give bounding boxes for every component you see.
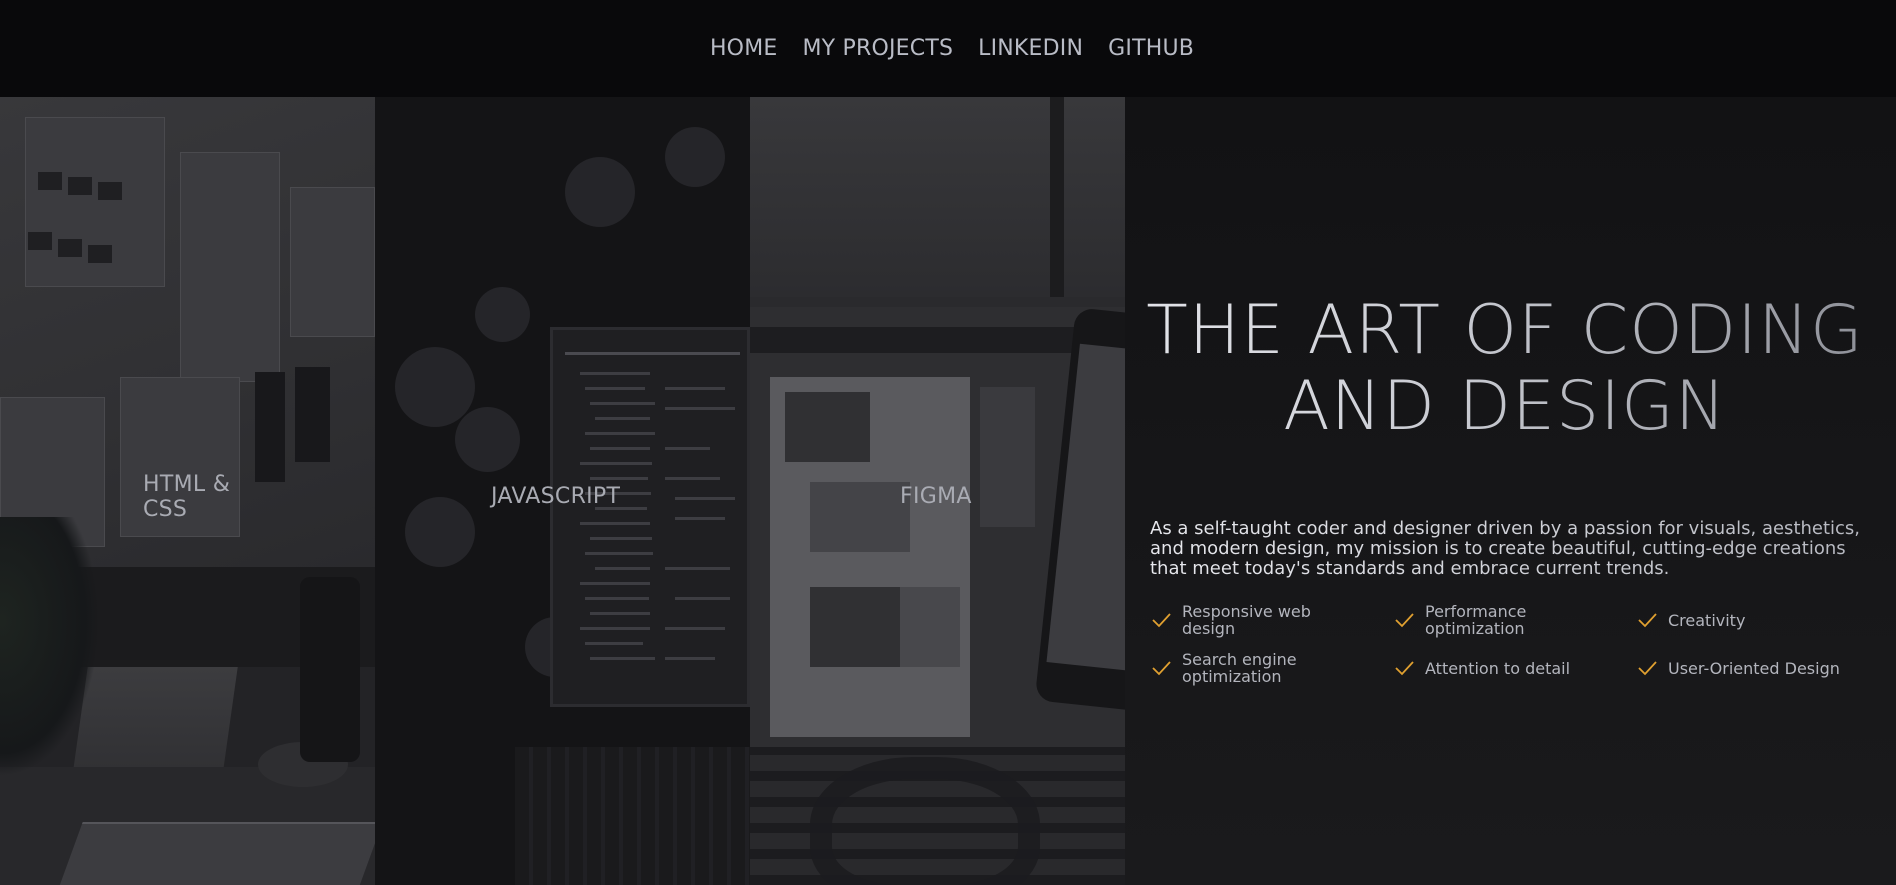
check-icon bbox=[1638, 613, 1657, 628]
check-icon bbox=[1395, 661, 1414, 676]
feature-label: Creativity bbox=[1668, 610, 1746, 630]
feature-list: Responsive web design Performance optimi… bbox=[1150, 603, 1885, 685]
feature-label: Search engine optimization bbox=[1182, 650, 1297, 686]
feature-item: Performance optimization bbox=[1393, 603, 1636, 637]
skill-panels: HTML & CSS JAVASCRIPT FIGMA bbox=[0, 97, 1125, 885]
check-icon bbox=[1152, 661, 1171, 676]
nav-linkedin-link[interactable]: LINKEDIN bbox=[978, 36, 1083, 61]
skill-panel-figma[interactable]: FIGMA bbox=[750, 97, 1125, 885]
feature-label: Attention to detail bbox=[1425, 658, 1571, 678]
hero-description: As a self-taught coder and designer driv… bbox=[1150, 519, 1870, 579]
check-icon bbox=[1152, 613, 1171, 628]
feature-item: Attention to detail bbox=[1393, 651, 1636, 685]
hero-section: THE ART OF CODING AND DESIGN As a self-t… bbox=[1125, 97, 1896, 885]
nav-my-projects-link[interactable]: MY PROJECTS bbox=[802, 36, 953, 61]
feature-item: Responsive web design bbox=[1150, 603, 1393, 637]
check-icon bbox=[1638, 661, 1657, 676]
feature-label: Responsive web design bbox=[1182, 602, 1311, 638]
skill-panel-html-css[interactable]: HTML & CSS bbox=[0, 97, 375, 885]
check-icon bbox=[1395, 613, 1414, 628]
nav-home-link[interactable]: HOME bbox=[710, 36, 778, 61]
top-nav: HOME MY PROJECTS LINKEDIN GITHUB bbox=[0, 0, 1896, 97]
feature-label: Performance optimization bbox=[1425, 602, 1527, 638]
feature-item: Search engine optimization bbox=[1150, 651, 1393, 685]
feature-item: User-Oriented Design bbox=[1636, 651, 1879, 685]
feature-item: Creativity bbox=[1636, 603, 1879, 637]
panel-label-javascript: JAVASCRIPT bbox=[491, 484, 621, 509]
skill-panel-javascript[interactable]: JAVASCRIPT bbox=[375, 97, 750, 885]
panel-label-html-css: HTML & CSS bbox=[143, 472, 231, 522]
feature-label: User-Oriented Design bbox=[1668, 658, 1840, 678]
nav-github-link[interactable]: GITHUB bbox=[1108, 36, 1194, 61]
hero-title: THE ART OF CODING AND DESIGN bbox=[1125, 293, 1885, 445]
panel-label-figma: FIGMA bbox=[900, 484, 972, 509]
